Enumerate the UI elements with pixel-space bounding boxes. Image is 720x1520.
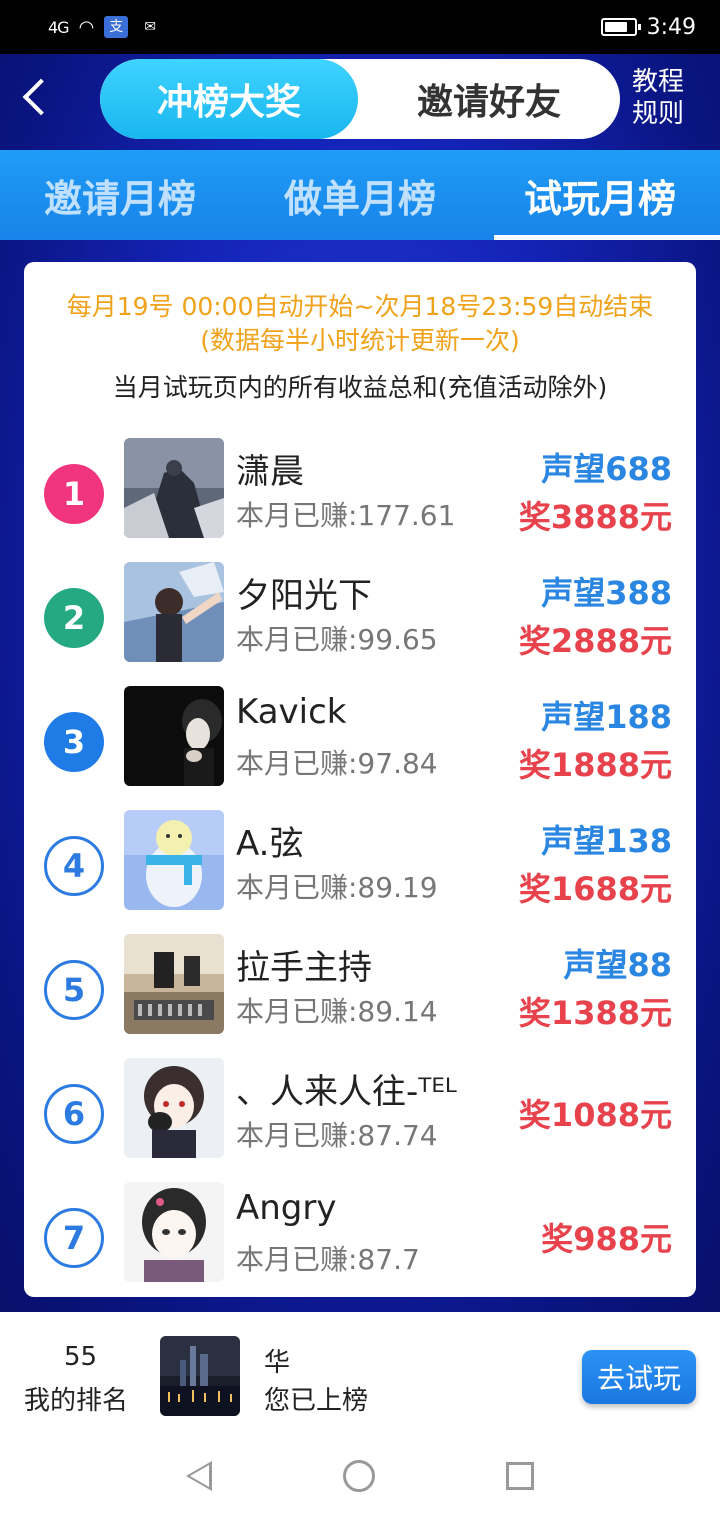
monthly-earned: 本月已赚:99.65 xyxy=(236,623,438,656)
prestige-value: 声望388 xyxy=(541,574,672,612)
my-rank-status: 您已上榜 xyxy=(264,1386,369,1416)
monthly-earned: 本月已赚:87.74 xyxy=(236,1119,438,1152)
rank-badge: 7 xyxy=(44,1208,104,1268)
avatar xyxy=(124,438,224,538)
clock: 3:49 xyxy=(646,14,696,40)
list-item[interactable]: 3 Kavick 本月已赚:97.84 声望188 奖1888元 xyxy=(24,680,696,804)
segment-invite-friends[interactable]: 邀请好友 xyxy=(358,59,620,139)
user-name: Kavick xyxy=(236,692,347,732)
monthly-earned: 本月已赚:89.19 xyxy=(236,871,438,904)
prize-amount: 奖3888元 xyxy=(518,498,672,536)
my-rank-label: 我的排名 xyxy=(24,1386,129,1416)
user-name: 、人来人往-ᵀᴱᴸ xyxy=(236,1072,457,1112)
chevron-left-icon xyxy=(22,78,60,116)
prize-amount: 奖1088元 xyxy=(518,1096,672,1134)
prize-amount: 奖988元 xyxy=(541,1220,672,1258)
notice-line1: 每月19号 00:00自动开始~次月18号23:59自动结束 xyxy=(66,292,654,321)
status-bar: 4G ◠ 支 ✉ 3:49 xyxy=(0,0,720,54)
prize-amount: 奖2888元 xyxy=(518,622,672,660)
ranking-card: 每月19号 00:00自动开始~次月18号23:59自动结束 (数据每半小时统计… xyxy=(24,262,696,1297)
triangle-back-icon[interactable] xyxy=(185,1461,212,1491)
battery-icon xyxy=(600,18,641,36)
go-trial-button[interactable]: 去试玩 xyxy=(582,1350,696,1404)
tab-invite-monthly[interactable]: 邀请月榜 xyxy=(0,150,240,240)
list-item[interactable]: 4 A.弦 本月已赚:89.19 声望138 奖1688元 xyxy=(24,804,696,928)
avatar xyxy=(124,1058,224,1158)
user-name: 夕阳光下 xyxy=(236,576,372,616)
rank-badge: 1 xyxy=(44,464,104,524)
rules-link-line2: 规则 xyxy=(631,99,684,129)
avatar xyxy=(124,934,224,1034)
prestige-value: 声望138 xyxy=(541,822,672,860)
segment-ranking-prize[interactable]: 冲榜大奖 xyxy=(100,59,358,139)
signal-icon: 4G xyxy=(48,17,70,37)
rules-link[interactable]: 教程 规则 xyxy=(630,66,686,130)
segment-control: 冲榜大奖 邀请好友 xyxy=(100,59,620,139)
user-name: 拉手主持 xyxy=(236,948,372,988)
user-name: 潇晨 xyxy=(236,452,304,492)
tab-orders-monthly[interactable]: 做单月榜 xyxy=(240,150,480,240)
prestige-value: 声望88 xyxy=(563,946,672,984)
my-name: 华 xyxy=(264,1348,291,1378)
list-item[interactable]: 6 、人来人往-ᵀᴱᴸ 本月已赚:87.74 奖1088元 xyxy=(24,1052,696,1176)
list-item[interactable]: 7 Angry 本月已赚:87.7 奖988元 xyxy=(24,1176,696,1300)
notice-rule: 当月试玩页内的所有收益总和(充值活动除外) xyxy=(112,373,608,402)
system-nav-bar xyxy=(0,1432,720,1520)
rank-badge: 5 xyxy=(44,960,104,1020)
avatar xyxy=(124,562,224,662)
tab-bar: 邀请月榜 做单月榜 试玩月榜 xyxy=(0,150,720,240)
monthly-earned: 本月已赚:177.61 xyxy=(236,499,456,532)
avatar xyxy=(124,1182,224,1282)
my-rank-bar: 55 我的排名 华 您已上榜 去试玩 xyxy=(0,1312,720,1432)
user-name: Angry xyxy=(236,1188,337,1228)
alipay-icon: 支 xyxy=(104,16,129,38)
list-item[interactable]: 2 夕阳光下 本月已赚:99.65 声望388 奖2888元 xyxy=(24,556,696,680)
notice-line2: (数据每半小时统计更新一次) xyxy=(200,326,520,355)
header: 冲榜大奖 邀请好友 教程 规则 xyxy=(0,54,720,150)
ranking-list: 1 潇晨 本月已赚:177.61 声望688 奖3888元 2 夕阳光下 本月已… xyxy=(24,432,696,1300)
prize-amount: 奖1888元 xyxy=(518,746,672,784)
circle-home-icon[interactable] xyxy=(342,1460,375,1492)
prestige-value: 声望188 xyxy=(541,698,672,736)
monthly-earned: 本月已赚:97.84 xyxy=(236,747,438,780)
back-button[interactable] xyxy=(18,74,60,124)
my-rank-number: 55 xyxy=(64,1342,98,1372)
prestige-value: 声望688 xyxy=(541,450,672,488)
rules-link-line1: 教程 xyxy=(631,67,684,97)
prize-amount: 奖1388元 xyxy=(518,994,672,1032)
avatar xyxy=(160,1336,240,1416)
rank-badge: 4 xyxy=(44,836,104,896)
monthly-earned: 本月已赚:87.7 xyxy=(236,1243,420,1276)
prize-amount: 奖1688元 xyxy=(518,870,672,908)
monthly-earned: 本月已赚:89.14 xyxy=(236,995,438,1028)
user-name: A.弦 xyxy=(236,824,304,864)
square-recent-icon[interactable] xyxy=(506,1462,535,1490)
list-item[interactable]: 5 拉手主持 本月已赚:89.14 声望88 奖1388元 xyxy=(24,928,696,1052)
list-item[interactable]: 1 潇晨 本月已赚:177.61 声望688 奖3888元 xyxy=(24,432,696,556)
avatar xyxy=(124,686,224,786)
wechat-icon: ✉ xyxy=(144,19,157,35)
tab-trial-monthly[interactable]: 试玩月榜 xyxy=(480,150,720,240)
wifi-icon: ◠ xyxy=(78,16,95,38)
avatar xyxy=(124,810,224,910)
notice-schedule: 每月19号 00:00自动开始~次月18号23:59自动结束 (数据每半小时统计… xyxy=(24,290,696,358)
rank-badge: 3 xyxy=(44,712,104,772)
rank-badge: 6 xyxy=(44,1084,104,1144)
rank-badge: 2 xyxy=(44,588,104,648)
